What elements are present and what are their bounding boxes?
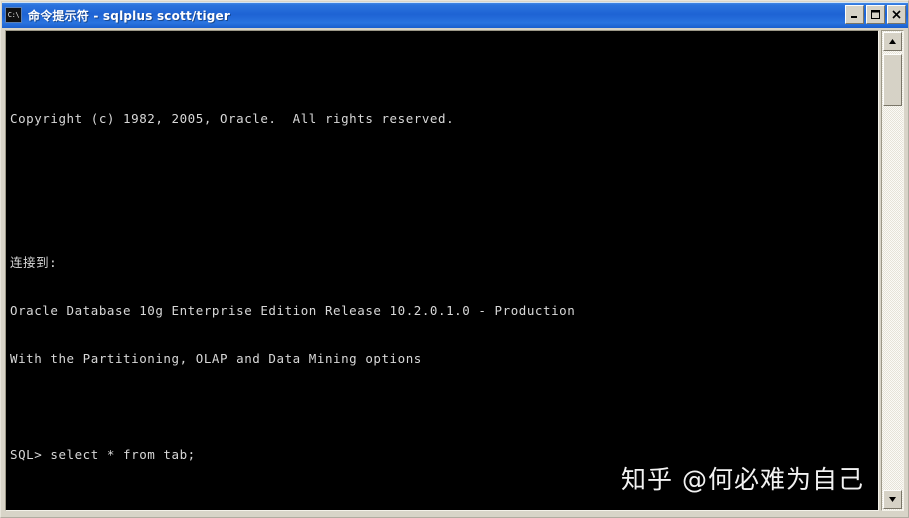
arrow-up-icon xyxy=(889,39,896,44)
console-line: Copyright (c) 1982, 2005, Oracle. All ri… xyxy=(10,111,455,126)
console-line: With the Partitioning, OLAP and Data Min… xyxy=(10,351,422,366)
console-line: Oracle Database 10g Enterprise Edition R… xyxy=(10,303,576,318)
maximize-button[interactable] xyxy=(866,5,885,24)
console-text: Copyright (c) 1982, 2005, Oracle. All ri… xyxy=(10,31,576,510)
minimize-button[interactable] xyxy=(845,5,864,24)
scrollbar-thumb[interactable] xyxy=(883,54,902,106)
window-controls xyxy=(845,5,906,24)
console-line-command: SQL> select * from tab; xyxy=(10,447,196,462)
window-title: 命令提示符 - sqlplus scott/tiger xyxy=(28,8,230,23)
title-bar[interactable]: C:\ 命令提示符 - sqlplus scott/tiger xyxy=(2,2,908,28)
minimize-icon xyxy=(851,16,857,18)
scroll-down-button[interactable] xyxy=(883,490,902,509)
console-line: 连接到: xyxy=(10,255,58,270)
watermark: 知乎 @何必难为自己 xyxy=(621,465,864,494)
arrow-down-icon xyxy=(889,497,896,502)
console-output-area[interactable]: Copyright (c) 1982, 2005, Oracle. All ri… xyxy=(5,30,879,511)
close-button[interactable] xyxy=(887,5,906,24)
console-icon-label: C:\ xyxy=(7,10,20,19)
maximize-icon xyxy=(871,10,880,19)
scroll-up-button[interactable] xyxy=(883,32,902,51)
close-icon xyxy=(892,10,901,19)
vertical-scrollbar[interactable] xyxy=(881,30,904,511)
console-icon[interactable]: C:\ xyxy=(5,7,22,23)
command-prompt-window: C:\ 命令提示符 - sqlplus scott/tiger Copyrigh… xyxy=(0,0,909,518)
